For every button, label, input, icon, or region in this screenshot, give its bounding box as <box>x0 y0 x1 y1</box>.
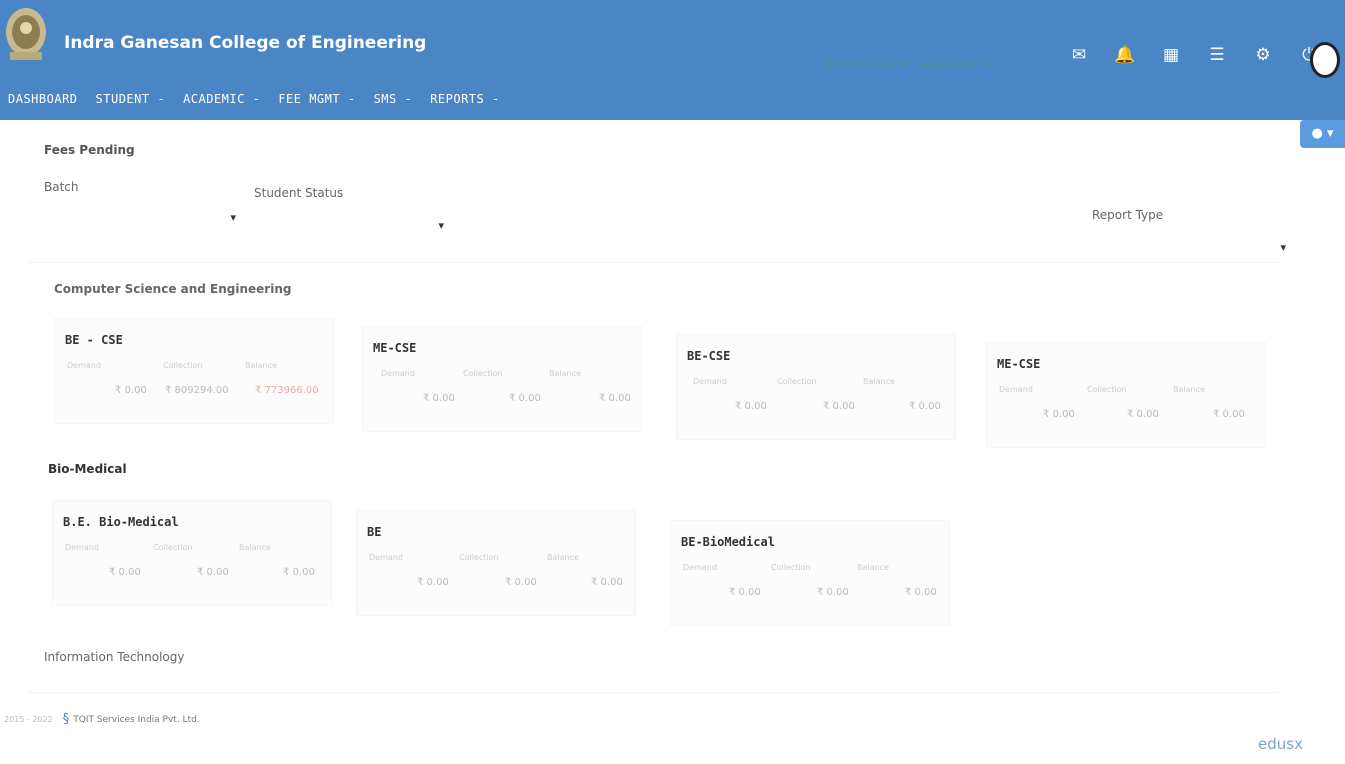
collection-label: Collection <box>459 553 499 562</box>
program-card[interactable]: ME-CSE Demand Collection Balance ₹ 0.00 … <box>362 326 642 432</box>
card-title: ME-CSE <box>997 357 1041 371</box>
program-card[interactable]: BE-CSE Demand Collection Balance ₹ 0.00 … <box>676 334 956 440</box>
divider <box>28 692 1278 693</box>
collection-label: Collection <box>153 543 193 552</box>
balance-value: ₹ 0.00 <box>1213 409 1245 420</box>
program-card[interactable]: ME-CSE Demand Collection Balance ₹ 0.00 … <box>986 342 1266 448</box>
nav-dashboard[interactable]: DASHBOARD <box>8 92 78 106</box>
collection-value: ₹ 0.00 <box>823 401 855 412</box>
program-card[interactable]: BE Demand Collection Balance ₹ 0.00 ₹ 0.… <box>356 510 636 616</box>
demand-label: Demand <box>999 385 1033 394</box>
demand-value: ₹ 0.00 <box>417 577 449 588</box>
nav-academic[interactable]: ACADEMIC - <box>183 92 260 106</box>
demand-value: ₹ 0.00 <box>423 393 455 404</box>
card-title: B.E. Bio-Medical <box>63 515 179 529</box>
balance-value: ₹ 0.00 <box>905 587 937 598</box>
collection-value: ₹ 0.00 <box>509 393 541 404</box>
collection-label: Collection <box>1087 385 1127 394</box>
program-card[interactable]: BE-BioMedical Demand Collection Balance … <box>670 520 950 626</box>
footer: 2015 - 2022 § TQIT Services India Pvt. L… <box>4 712 200 727</box>
company-name[interactable]: TQIT Services India Pvt. Ltd. <box>73 715 199 725</box>
demand-value: ₹ 0.00 <box>729 587 761 598</box>
balance-label: Balance <box>245 361 277 370</box>
card-title: ME-CSE <box>373 341 417 355</box>
demand-label: Demand <box>693 377 727 386</box>
nav-fee-mgmt[interactable]: FEE MGMT - <box>278 92 355 106</box>
batch-select[interactable]: ▾ <box>44 208 236 230</box>
collection-value: ₹ 809294.00 <box>165 385 229 396</box>
company-logo-icon: § <box>62 712 70 727</box>
student-status-select[interactable]: ▾ <box>254 216 444 238</box>
collection-value: ₹ 0.00 <box>505 577 537 588</box>
balance-value: ₹ 773966.00 <box>255 385 319 396</box>
section-title-biomedical: Bio-Medical <box>48 462 127 476</box>
balance-label: Balance <box>549 369 581 378</box>
balance-label: Balance <box>547 553 579 562</box>
demand-value: ₹ 0.00 <box>115 385 147 396</box>
demand-label: Demand <box>67 361 101 370</box>
user-avatar[interactable] <box>1310 42 1340 78</box>
card-title: BE-CSE <box>687 349 731 363</box>
nav-sms[interactable]: SMS - <box>374 92 413 106</box>
collection-label: Collection <box>463 369 503 378</box>
mail-icon[interactable]: ✉ <box>1068 44 1090 66</box>
collection-label: Collection <box>771 563 811 572</box>
program-card[interactable]: BE - CSE Demand Collection Balance ₹ 0.0… <box>54 318 334 424</box>
demand-label: Demand <box>683 563 717 572</box>
footer-copyright: 2015 - 2022 <box>4 715 53 724</box>
demand-value: ₹ 0.00 <box>1043 409 1075 420</box>
gear-icon[interactable]: ⚙ <box>1252 44 1274 66</box>
list-icon[interactable]: ☰ <box>1206 44 1228 66</box>
card-title: BE <box>367 525 382 539</box>
collection-value: ₹ 0.00 <box>1127 409 1159 420</box>
college-logo <box>6 8 46 60</box>
collection-label: Collection <box>777 377 817 386</box>
college-name[interactable]: Indra Ganesan College of Engineering <box>64 33 426 53</box>
section-title-cse: Computer Science and Engineering <box>54 282 292 296</box>
notification-icon[interactable]: 🔔 <box>1114 44 1136 66</box>
balance-value: ₹ 0.00 <box>909 401 941 412</box>
demand-value: ₹ 0.00 <box>109 567 141 578</box>
brand-logo: edusx <box>1258 735 1303 753</box>
collection-value: ₹ 0.00 <box>817 587 849 598</box>
demand-label: Demand <box>65 543 99 552</box>
enquiry-portal-link[interactable]: Enquiry Portal <box>923 60 993 71</box>
program-card[interactable]: B.E. Bio-Medical Demand Collection Balan… <box>52 500 332 606</box>
page-title: Fees Pending <box>44 143 135 157</box>
demand-label: Demand <box>381 369 415 378</box>
student-status-label: Student Status <box>254 186 344 200</box>
admission-portal-link[interactable]: Admission Portal <box>826 60 909 71</box>
section-title-it: Information Technology <box>44 650 185 664</box>
collection-label: Collection <box>163 361 203 370</box>
chevron-down-icon: ▾ <box>1280 241 1286 254</box>
report-type-select[interactable]: ▾ <box>1092 238 1286 260</box>
balance-label: Balance <box>863 377 895 386</box>
card-title: BE-BioMedical <box>681 535 775 549</box>
nav-reports[interactable]: REPORTS - <box>430 92 500 106</box>
balance-label: Balance <box>1173 385 1205 394</box>
report-type-label: Report Type <box>1092 208 1164 222</box>
divider <box>28 262 1278 263</box>
batch-label: Batch <box>44 180 79 194</box>
demand-value: ₹ 0.00 <box>735 401 767 412</box>
nav-student[interactable]: STUDENT - <box>96 92 166 106</box>
balance-value: ₹ 0.00 <box>283 567 315 578</box>
balance-value: ₹ 0.00 <box>599 393 631 404</box>
demand-label: Demand <box>369 553 403 562</box>
card-title: BE - CSE <box>65 333 123 347</box>
balance-value: ₹ 0.00 <box>591 577 623 588</box>
chevron-down-icon: ▾ <box>230 211 236 224</box>
balance-label: Balance <box>857 563 889 572</box>
chevron-down-icon: ▾ <box>438 219 444 232</box>
calendar-icon[interactable]: ▦ <box>1160 44 1182 66</box>
collection-value: ₹ 0.00 <box>197 567 229 578</box>
sidebar-toggle-button[interactable]: ● ▾ <box>1300 120 1345 148</box>
balance-label: Balance <box>239 543 271 552</box>
